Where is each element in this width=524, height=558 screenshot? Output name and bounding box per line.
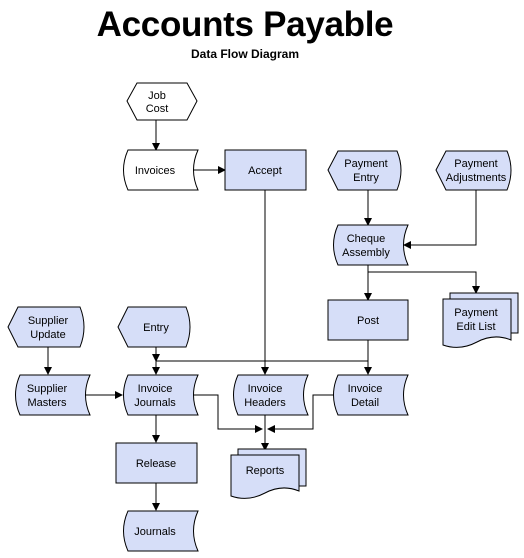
- node-payment-adjustments-line-2: Adjustments: [446, 172, 507, 184]
- node-invoices[interactable]: Invoices: [123, 149, 199, 191]
- node-cheque-assembly-line-1: Cheque: [347, 233, 386, 245]
- node-invoice-journals-line-1: Invoice: [138, 383, 173, 395]
- node-accept[interactable]: Accept: [224, 149, 307, 191]
- node-invoice-detail-line-2: Detail: [351, 397, 379, 409]
- node-supplier-masters[interactable]: Supplier Masters: [15, 374, 91, 416]
- node-job-cost-line-2: Cost: [146, 103, 169, 115]
- node-cheque-assembly[interactable]: Cheque Assembly: [333, 224, 409, 266]
- node-journals-line-1: Journals: [134, 526, 176, 538]
- node-invoice-journals[interactable]: Invoice Journals: [123, 374, 199, 416]
- node-job-cost-line-1: Job: [148, 90, 166, 102]
- node-invoice-detail-line-1: Invoice: [348, 383, 383, 395]
- node-entry[interactable]: Entry: [117, 306, 191, 348]
- node-cheque-assembly-line-2: Assembly: [342, 247, 390, 259]
- node-payment-entry-line-2: Entry: [353, 172, 379, 184]
- node-payment-entry[interactable]: Payment Entry: [327, 150, 402, 191]
- node-job-cost[interactable]: Job Cost: [126, 82, 198, 121]
- node-supplier-masters-line-1: Supplier: [27, 383, 68, 395]
- node-reports[interactable]: Reports: [230, 448, 307, 499]
- node-supplier-update-line-1: Supplier: [28, 315, 69, 327]
- flow-adjustments-cheque: [403, 190, 477, 249]
- node-supplier-update[interactable]: Supplier Update: [7, 306, 85, 348]
- node-entry-line-1: Entry: [143, 322, 169, 334]
- node-supplier-update-line-2: Update: [30, 329, 65, 341]
- data-flow-diagram: Job Cost Invoices Accept Payment Entry P…: [7, 82, 519, 552]
- node-invoice-headers[interactable]: Invoice Headers: [233, 374, 309, 416]
- node-release[interactable]: Release: [115, 442, 198, 484]
- node-payment-edit-list-line-1: Payment: [454, 307, 497, 319]
- node-supplier-masters-line-2: Masters: [27, 397, 67, 409]
- node-invoice-headers-line-2: Headers: [244, 397, 286, 409]
- node-payment-adjustments-line-1: Payment: [454, 158, 497, 170]
- node-invoice-detail[interactable]: Invoice Detail: [333, 374, 409, 416]
- node-payment-adjustments[interactable]: Payment Adjustments: [435, 150, 512, 191]
- node-invoices-line-1: Invoices: [135, 165, 176, 177]
- node-invoice-journals-line-2: Journals: [134, 397, 176, 409]
- node-payment-edit-list-line-2: Edit List: [456, 321, 495, 333]
- node-journals[interactable]: Journals: [123, 510, 199, 552]
- node-reports-line-1: Reports: [246, 465, 285, 477]
- node-payment-entry-line-1: Payment: [344, 158, 387, 170]
- node-release-line-1: Release: [136, 458, 176, 470]
- node-post-line-1: Post: [357, 315, 379, 327]
- node-post[interactable]: Post: [327, 299, 409, 341]
- node-payment-edit-list[interactable]: Payment Edit List: [442, 292, 519, 348]
- node-invoice-headers-line-1: Invoice: [248, 383, 283, 395]
- node-accept-line-1: Accept: [248, 165, 282, 177]
- flow-cheque-editlist: [368, 271, 480, 294]
